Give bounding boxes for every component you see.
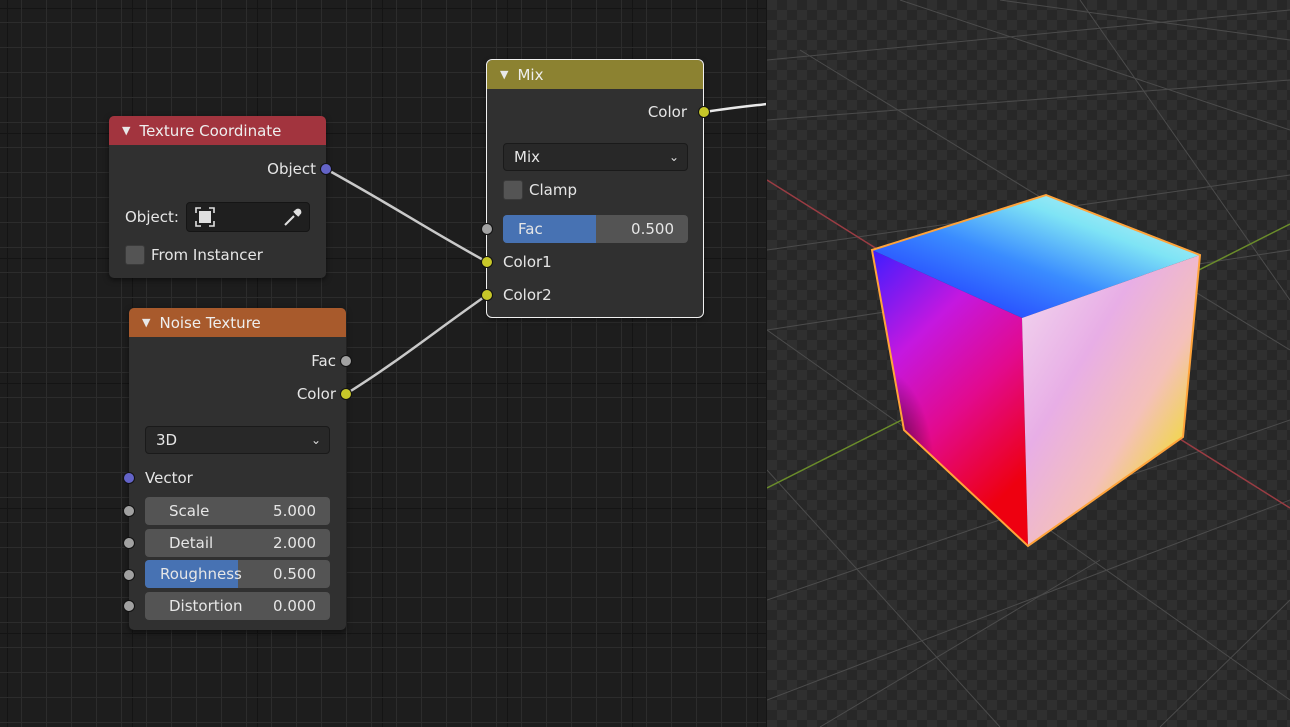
output-object-label: Object bbox=[267, 160, 316, 178]
distortion-value: 0.000 bbox=[273, 597, 316, 615]
chevron-down-icon: ⌄ bbox=[668, 150, 679, 164]
output-fac-socket[interactable] bbox=[340, 355, 352, 367]
chevron-down-icon: ⌄ bbox=[310, 433, 321, 447]
from-instancer-label: From Instancer bbox=[151, 246, 263, 264]
input-distortion-socket[interactable] bbox=[123, 600, 135, 612]
collapse-triangle-icon[interactable]: ▼ bbox=[142, 316, 150, 329]
input-color1-label: Color1 bbox=[503, 253, 552, 271]
input-color2-row: Color2 bbox=[487, 283, 703, 307]
roughness-field[interactable]: Roughness 0.500 bbox=[145, 560, 330, 588]
clamp-label: Clamp bbox=[529, 181, 577, 199]
link-mix-color-out bbox=[704, 102, 767, 114]
from-instancer-checkbox[interactable] bbox=[125, 245, 145, 265]
mix-output-color-socket[interactable] bbox=[698, 106, 710, 118]
mix-header[interactable]: ▼ Mix bbox=[487, 60, 703, 89]
texture-coordinate-header[interactable]: ▼ Texture Coordinate bbox=[109, 116, 326, 145]
dimensions-value: 3D bbox=[156, 431, 178, 449]
mix-node[interactable]: ▼ Mix Color Mix ⌄ Clamp Fac 0.500 Color1… bbox=[481, 59, 710, 318]
dimensions-dropdown[interactable]: 3D ⌄ bbox=[145, 426, 330, 454]
cube-mesh[interactable] bbox=[870, 193, 1202, 548]
object-field-label: Object: bbox=[125, 208, 179, 226]
noise-texture-header[interactable]: ▼ Noise Texture bbox=[129, 308, 346, 337]
output-object-row: Object bbox=[109, 157, 326, 181]
roughness-label: Roughness bbox=[160, 565, 242, 583]
output-fac-label: Fac bbox=[311, 352, 336, 370]
input-color1-row: Color1 bbox=[487, 250, 703, 274]
clamp-row[interactable]: Clamp bbox=[487, 178, 703, 202]
input-color2-label: Color2 bbox=[503, 286, 552, 304]
texture-coordinate-title: Texture Coordinate bbox=[139, 121, 282, 140]
collapse-triangle-icon[interactable]: ▼ bbox=[122, 124, 130, 137]
fac-fill bbox=[503, 215, 596, 243]
distortion-label: Distortion bbox=[169, 597, 243, 615]
texture-coordinate-node[interactable]: ▼ Texture Coordinate Object Object: From… bbox=[109, 116, 332, 278]
object-cube-icon bbox=[195, 207, 215, 227]
eyedropper-icon[interactable] bbox=[281, 205, 305, 229]
input-vector-socket[interactable] bbox=[123, 472, 135, 484]
input-fac-socket[interactable] bbox=[481, 223, 493, 235]
clamp-checkbox[interactable] bbox=[503, 180, 523, 200]
viewport-scene bbox=[767, 0, 1290, 727]
mix-title: Mix bbox=[517, 65, 544, 84]
scale-value: 5.000 bbox=[273, 502, 316, 520]
link-noise-color-to-color2 bbox=[345, 293, 488, 396]
scale-label: Scale bbox=[169, 502, 210, 520]
input-roughness-socket[interactable] bbox=[123, 569, 135, 581]
input-color2-socket[interactable] bbox=[481, 289, 493, 301]
detail-field[interactable]: Detail 2.000 bbox=[145, 529, 330, 557]
fac-label: Fac bbox=[518, 220, 543, 238]
scale-field[interactable]: Scale 5.000 bbox=[145, 497, 330, 525]
noise-texture-title: Noise Texture bbox=[159, 313, 261, 332]
detail-value: 2.000 bbox=[273, 534, 316, 552]
collapse-triangle-icon[interactable]: ▼ bbox=[500, 68, 508, 81]
input-vector-row: Vector bbox=[129, 466, 346, 490]
output-color-row: Color bbox=[129, 382, 346, 406]
roughness-value: 0.500 bbox=[273, 565, 316, 583]
output-color-row: Color bbox=[487, 100, 703, 124]
distortion-field[interactable]: Distortion 0.000 bbox=[145, 592, 330, 620]
output-object-socket[interactable] bbox=[320, 163, 332, 175]
input-detail-socket[interactable] bbox=[123, 537, 135, 549]
input-scale-socket[interactable] bbox=[123, 505, 135, 517]
fac-value: 0.500 bbox=[631, 220, 674, 238]
3d-viewport[interactable] bbox=[767, 0, 1290, 727]
input-vector-label: Vector bbox=[145, 469, 193, 487]
node-editor[interactable]: ▼ Texture Coordinate Object Object: From… bbox=[0, 0, 767, 727]
fac-field[interactable]: Fac 0.500 bbox=[503, 215, 688, 243]
blend-mode-value: Mix bbox=[514, 148, 540, 166]
output-color-label: Color bbox=[296, 385, 336, 403]
link-object-to-color1 bbox=[325, 167, 488, 264]
blend-mode-dropdown[interactable]: Mix ⌄ bbox=[503, 143, 688, 171]
output-fac-row: Fac bbox=[129, 349, 346, 373]
input-color1-socket[interactable] bbox=[481, 256, 493, 268]
output-color-socket[interactable] bbox=[340, 388, 352, 400]
detail-label: Detail bbox=[169, 534, 214, 552]
from-instancer-row[interactable]: From Instancer bbox=[109, 243, 326, 267]
mix-output-color-label: Color bbox=[647, 103, 687, 121]
object-field[interactable] bbox=[186, 202, 310, 232]
noise-texture-node[interactable]: ▼ Noise Texture Fac Color 3D ⌄ Vector Sc… bbox=[123, 308, 352, 630]
